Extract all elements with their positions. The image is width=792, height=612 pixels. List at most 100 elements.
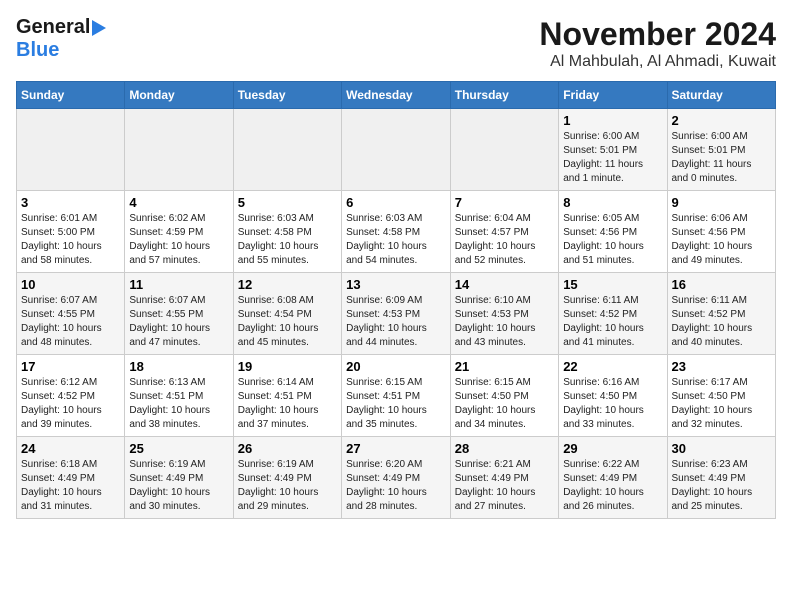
calendar-cell: 9 Sunrise: 6:06 AM Sunset: 4:56 PM Daylig… (667, 191, 776, 273)
day-number: 23 (672, 359, 772, 374)
week-row-5: 24 Sunrise: 6:18 AM Sunset: 4:49 PM Dayli… (17, 437, 776, 519)
day-number: 8 (563, 195, 662, 210)
day-number: 29 (563, 441, 662, 456)
day-number: 19 (238, 359, 337, 374)
calendar-cell: 14 Sunrise: 6:10 AM Sunset: 4:53 PM Dayli… (450, 273, 558, 355)
day-info: Sunrise: 6:20 AM Sunset: 4:49 PM Dayligh… (346, 458, 446, 514)
day-number: 24 (21, 441, 120, 456)
day-number: 28 (455, 441, 554, 456)
day-info: Sunrise: 6:23 AM Sunset: 4:49 PM Dayligh… (672, 458, 772, 514)
day-number: 22 (563, 359, 662, 374)
calendar-cell: 24 Sunrise: 6:18 AM Sunset: 4:49 PM Dayli… (17, 437, 125, 519)
logo-general: General (16, 16, 90, 39)
calendar-cell: 21 Sunrise: 6:15 AM Sunset: 4:50 PM Dayli… (450, 355, 558, 437)
calendar-cell (17, 109, 125, 191)
calendar-cell: 13Sunrise: 6:09 AM Sunset: 4:53 PM Dayli… (342, 273, 451, 355)
header-cell-thursday: Thursday (450, 82, 558, 109)
week-row-2: 3Sunrise: 6:01 AM Sunset: 5:00 PM Daylig… (17, 191, 776, 273)
header-cell-saturday: Saturday (667, 82, 776, 109)
day-info: Sunrise: 6:17 AM Sunset: 4:50 PM Dayligh… (672, 376, 772, 432)
day-info: Sunrise: 6:15 AM Sunset: 4:50 PM Dayligh… (455, 376, 554, 432)
header-cell-tuesday: Tuesday (233, 82, 341, 109)
header-cell-sunday: Sunday (17, 82, 125, 109)
day-info: Sunrise: 6:11 AM Sunset: 4:52 PM Dayligh… (563, 294, 662, 350)
calendar-cell: 17 Sunrise: 6:12 AM Sunset: 4:52 PM Dayli… (17, 355, 125, 437)
header-row: SundayMondayTuesdayWednesdayThursdayFrid… (17, 82, 776, 109)
day-info: Sunrise: 6:03 AM Sunset: 4:58 PM Dayligh… (346, 212, 446, 268)
day-info: Sunrise: 6:00 AM Sunset: 5:01 PM Dayligh… (672, 130, 772, 186)
day-info: Sunrise: 6:02 AM Sunset: 4:59 PM Dayligh… (129, 212, 228, 268)
day-number: 30 (672, 441, 772, 456)
week-row-3: 10 Sunrise: 6:07 AM Sunset: 4:55 PM Dayli… (17, 273, 776, 355)
calendar-cell: 11 Sunrise: 6:07 AM Sunset: 4:55 PM Dayli… (125, 273, 233, 355)
day-info: Sunrise: 6:09 AM Sunset: 4:53 PM Dayligh… (346, 294, 446, 350)
calendar-cell: 2 Sunrise: 6:00 AM Sunset: 5:01 PM Daylig… (667, 109, 776, 191)
day-number: 27 (346, 441, 446, 456)
day-info: Sunrise: 6:22 AM Sunset: 4:49 PM Dayligh… (563, 458, 662, 514)
calendar-cell (233, 109, 341, 191)
day-number: 4 (129, 195, 228, 210)
day-info: Sunrise: 6:19 AM Sunset: 4:49 PM Dayligh… (129, 458, 228, 514)
day-info: Sunrise: 6:19 AM Sunset: 4:49 PM Dayligh… (238, 458, 337, 514)
header-cell-friday: Friday (559, 82, 667, 109)
logo-blue: Blue (16, 39, 59, 61)
day-info: Sunrise: 6:06 AM Sunset: 4:56 PM Dayligh… (672, 212, 772, 268)
calendar-cell: 4 Sunrise: 6:02 AM Sunset: 4:59 PM Daylig… (125, 191, 233, 273)
day-info: Sunrise: 6:16 AM Sunset: 4:50 PM Dayligh… (563, 376, 662, 432)
calendar-cell: 20Sunrise: 6:15 AM Sunset: 4:51 PM Dayli… (342, 355, 451, 437)
calendar-cell: 27 Sunrise: 6:20 AM Sunset: 4:49 PM Dayli… (342, 437, 451, 519)
week-row-4: 17 Sunrise: 6:12 AM Sunset: 4:52 PM Dayli… (17, 355, 776, 437)
calendar-cell: 30 Sunrise: 6:23 AM Sunset: 4:49 PM Dayli… (667, 437, 776, 519)
day-info: Sunrise: 6:18 AM Sunset: 4:49 PM Dayligh… (21, 458, 120, 514)
calendar-body: 1 Sunrise: 6:00 AM Sunset: 5:01 PM Daylig… (17, 109, 776, 519)
calendar-table: SundayMondayTuesdayWednesdayThursdayFrid… (16, 81, 776, 519)
day-info: Sunrise: 6:03 AM Sunset: 4:58 PM Dayligh… (238, 212, 337, 268)
day-info: Sunrise: 6:14 AM Sunset: 4:51 PM Dayligh… (238, 376, 337, 432)
day-number: 20 (346, 359, 446, 374)
day-number: 6 (346, 195, 446, 210)
day-info: Sunrise: 6:21 AM Sunset: 4:49 PM Dayligh… (455, 458, 554, 514)
day-info: Sunrise: 6:05 AM Sunset: 4:56 PM Dayligh… (563, 212, 662, 268)
day-number: 9 (672, 195, 772, 210)
calendar-cell: 12Sunrise: 6:08 AM Sunset: 4:54 PM Dayli… (233, 273, 341, 355)
day-number: 14 (455, 277, 554, 292)
page-title: November 2024 (539, 16, 776, 53)
day-number: 11 (129, 277, 228, 292)
day-info: Sunrise: 6:10 AM Sunset: 4:53 PM Dayligh… (455, 294, 554, 350)
day-info: Sunrise: 6:12 AM Sunset: 4:52 PM Dayligh… (21, 376, 120, 432)
day-number: 21 (455, 359, 554, 374)
day-number: 15 (563, 277, 662, 292)
calendar-cell: 1Sunrise: 6:00 AM Sunset: 5:01 PM Daylig… (559, 109, 667, 191)
week-row-1: 1 Sunrise: 6:00 AM Sunset: 5:01 PM Daylig… (17, 109, 776, 191)
day-number: 7 (455, 195, 554, 210)
calendar-cell: 3Sunrise: 6:01 AM Sunset: 5:00 PM Daylig… (17, 191, 125, 273)
day-number: 10 (21, 277, 120, 292)
calendar-cell: 10Sunrise: 6:07 AM Sunset: 4:55 PM Dayli… (17, 273, 125, 355)
header-cell-wednesday: Wednesday (342, 82, 451, 109)
calendar-cell: 15 Sunrise: 6:11 AM Sunset: 4:52 PM Dayli… (559, 273, 667, 355)
calendar-header: SundayMondayTuesdayWednesdayThursdayFrid… (17, 82, 776, 109)
day-number: 3 (21, 195, 120, 210)
calendar-cell: 5 Sunrise: 6:03 AM Sunset: 4:58 PM Daylig… (233, 191, 341, 273)
header: General Blue November 2024 Al Mahbulah, … (16, 16, 776, 71)
day-number: 16 (672, 277, 772, 292)
calendar-cell: 29 Sunrise: 6:22 AM Sunset: 4:49 PM Dayli… (559, 437, 667, 519)
calendar-cell: 8 Sunrise: 6:05 AM Sunset: 4:56 PM Daylig… (559, 191, 667, 273)
day-number: 1 (563, 113, 662, 128)
calendar-cell (450, 109, 558, 191)
calendar-cell: 22 Sunrise: 6:16 AM Sunset: 4:50 PM Dayli… (559, 355, 667, 437)
calendar-cell: 26 Sunrise: 6:19 AM Sunset: 4:49 PM Dayli… (233, 437, 341, 519)
calendar-cell: 6 Sunrise: 6:03 AM Sunset: 4:58 PM Daylig… (342, 191, 451, 273)
day-info: Sunrise: 6:07 AM Sunset: 4:55 PM Dayligh… (129, 294, 228, 350)
calendar-cell: 18Sunrise: 6:13 AM Sunset: 4:51 PM Dayli… (125, 355, 233, 437)
calendar-cell: 25Sunrise: 6:19 AM Sunset: 4:49 PM Dayli… (125, 437, 233, 519)
day-info: Sunrise: 6:11 AM Sunset: 4:52 PM Dayligh… (672, 294, 772, 350)
day-number: 17 (21, 359, 120, 374)
day-number: 26 (238, 441, 337, 456)
day-number: 18 (129, 359, 228, 374)
day-number: 2 (672, 113, 772, 128)
title-area: November 2024 Al Mahbulah, Al Ahmadi, Ku… (539, 16, 776, 71)
day-number: 5 (238, 195, 337, 210)
logo-arrow-icon (92, 20, 106, 36)
day-info: Sunrise: 6:08 AM Sunset: 4:54 PM Dayligh… (238, 294, 337, 350)
